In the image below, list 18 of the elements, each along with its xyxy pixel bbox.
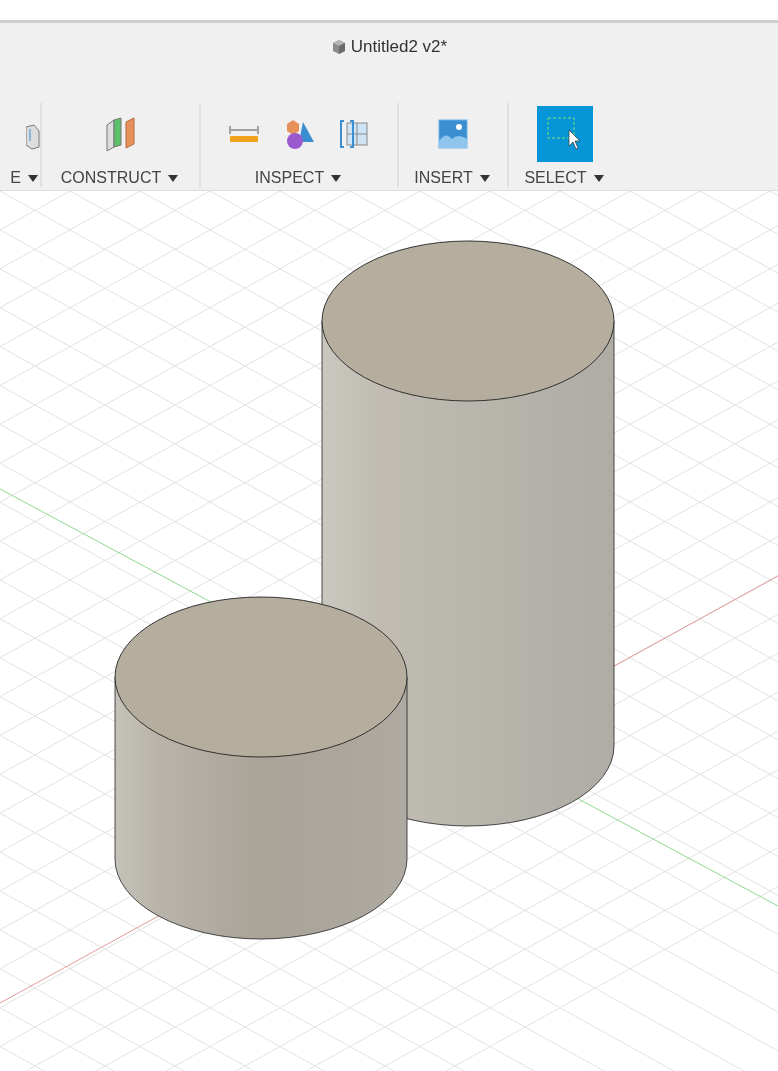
ruler-icon[interactable]: [229, 124, 259, 143]
cylinder-drawing[interactable]: [114, 596, 408, 940]
planes-icon[interactable]: [103, 116, 138, 151]
image-icon[interactable]: [438, 118, 468, 149]
caret-icon: [479, 174, 490, 182]
caret-icon: [331, 174, 342, 182]
caret-icon: [593, 174, 604, 182]
section-icon[interactable]: [339, 118, 369, 149]
toolbar-dropdown[interactable]: SELECT: [524, 169, 606, 187]
toolbar-dropdown[interactable]: CONSTRUCT: [60, 169, 181, 187]
caret-icon: [168, 174, 179, 182]
toolbar-dropdown[interactable]: E: [10, 169, 40, 187]
caret-icon: [28, 174, 38, 182]
toolbar-dropdown[interactable]: INSPECT: [254, 169, 344, 187]
select-tool-button[interactable]: [537, 105, 593, 162]
document-title: Untitled2 v2*: [350, 37, 448, 57]
toolbar-dropdown[interactable]: INSERT: [414, 169, 492, 187]
cube-icon: [330, 39, 347, 55]
